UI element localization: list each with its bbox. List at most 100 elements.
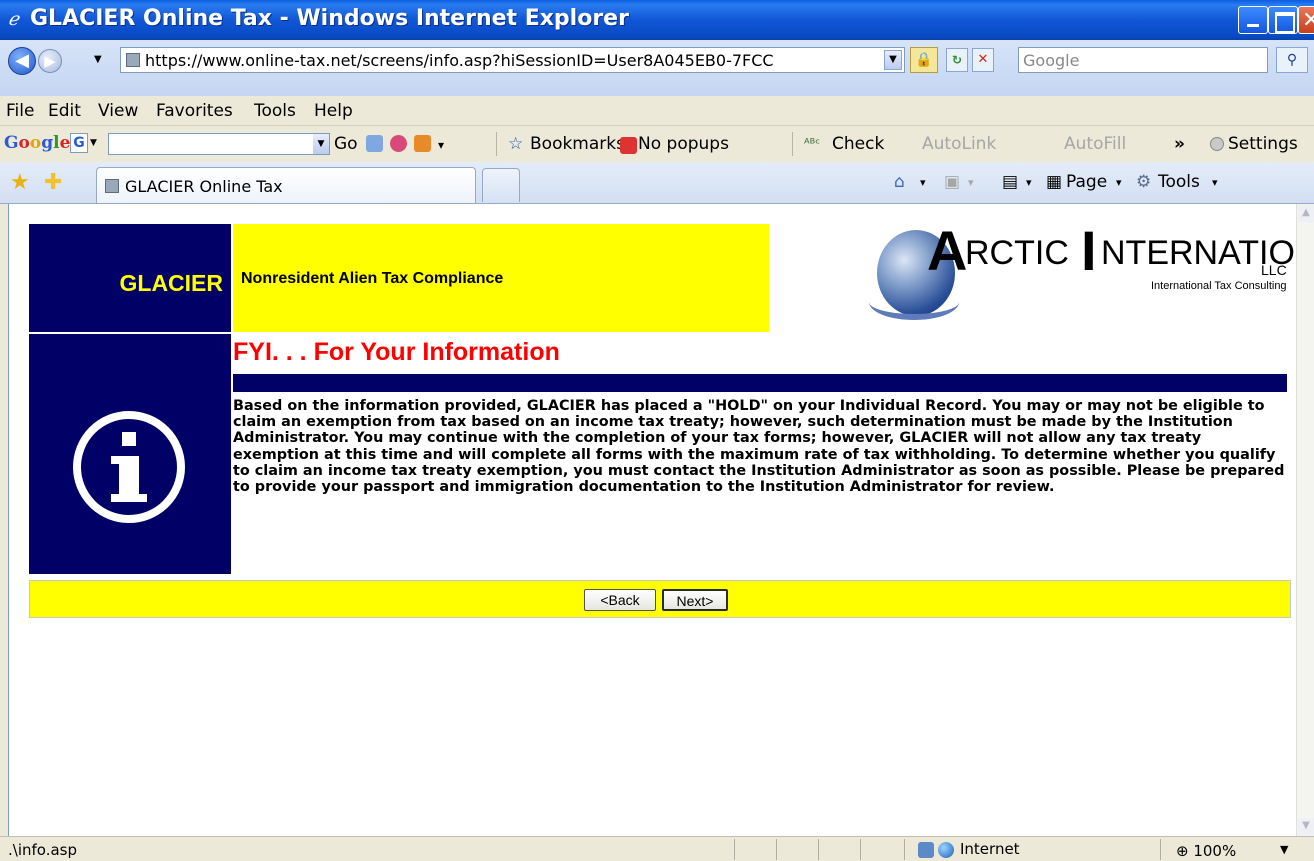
page-subtitle: Nonresident Alien Tax Compliance <box>241 270 504 287</box>
address-bar[interactable]: https://www.online-tax.net/screens/info.… <box>120 47 905 73</box>
ie-logo-icon: ℯ <box>8 9 19 30</box>
close-button[interactable]: ✕ <box>1298 6 1314 34</box>
stop-button[interactable]: ✕ <box>972 48 994 72</box>
brand-name: GLACIER <box>119 270 224 296</box>
forward-nav-button[interactable]: ▶ <box>38 49 62 73</box>
menu-favorites[interactable]: Favorites <box>156 101 233 121</box>
menu-help[interactable]: Help <box>314 101 353 121</box>
logo-tagline: International Tax Consulting <box>1151 280 1287 292</box>
page-dropdown-icon[interactable]: ▾ <box>1116 176 1122 189</box>
bookmarks-star-icon: ☆ <box>508 134 524 154</box>
menu-edit[interactable]: Edit <box>48 101 81 121</box>
info-panel <box>29 334 231 574</box>
page-menu[interactable]: Page <box>1066 172 1107 192</box>
recent-pages-dropdown[interactable]: ▼ <box>94 54 102 65</box>
autolink-button[interactable]: AutoLink <box>922 134 996 154</box>
spellcheck-button[interactable]: Check <box>832 134 884 154</box>
google-search-input[interactable]: ▼ <box>108 133 330 155</box>
popup-blocker-button[interactable]: No popups <box>638 134 729 154</box>
site-favicon-icon <box>126 53 140 67</box>
zoom-level[interactable]: ⊕ 100% <box>1176 842 1236 860</box>
tools-menu[interactable]: Tools <box>1158 172 1200 192</box>
security-zone[interactable]: Internet <box>960 840 1020 858</box>
translate-icon[interactable] <box>414 135 431 152</box>
print-dropdown-icon[interactable]: ▾ <box>1026 176 1032 189</box>
zoom-value: 100% <box>1193 842 1237 860</box>
favorites-star-icon[interactable]: ★ <box>10 170 30 195</box>
page-heading: FYI. . . For Your Information <box>233 338 560 366</box>
menu-view[interactable]: View <box>98 101 138 121</box>
search-placeholder: Google <box>1023 51 1080 70</box>
tab-favicon-icon <box>105 179 119 193</box>
print-icon[interactable]: ▤ <box>1002 172 1018 192</box>
security-lock-icon[interactable]: 🔒 <box>910 47 938 73</box>
back-button[interactable]: <Back <box>584 589 656 611</box>
page-content: GLACIER Nonresident Alien Tax Compliance… <box>8 204 1314 836</box>
status-bar: .\info.asp Internet ⊕ 100% ▼ <box>0 836 1314 861</box>
page-icon: ▦ <box>1046 172 1063 192</box>
spellcheck-icon: ᴬᴮᶜ <box>804 137 821 152</box>
status-separator <box>904 839 905 860</box>
bookmarks-button[interactable]: Bookmarks <box>530 134 625 154</box>
url-text[interactable]: https://www.online-tax.net/screens/info.… <box>145 51 875 70</box>
status-separator <box>1160 839 1161 860</box>
zoom-dropdown-icon[interactable]: ▼ <box>1280 843 1288 856</box>
pagerank-icon[interactable] <box>390 135 407 152</box>
more-chevron-button[interactable]: » <box>1174 134 1185 154</box>
vertical-scrollbar[interactable]: ▲ ▼ <box>1296 204 1314 836</box>
maximize-button[interactable] <box>1268 6 1298 34</box>
search-icon: ⚲ <box>1286 52 1298 68</box>
address-dropdown-icon[interactable]: ▼ <box>884 50 902 70</box>
settings-button[interactable]: Settings <box>1228 134 1298 154</box>
google-search-dropdown-icon[interactable]: ▼ <box>313 134 329 154</box>
scroll-up-icon[interactable]: ▲ <box>1298 205 1314 222</box>
tools-dropdown-icon[interactable]: ▾ <box>1212 176 1218 189</box>
popup-blocker-icon <box>620 137 637 154</box>
toolbar-separator <box>792 132 793 156</box>
google-logo: Google <box>4 133 71 153</box>
google-go-button[interactable]: Go <box>334 134 358 154</box>
status-separator <box>818 839 819 860</box>
menu-file[interactable]: File <box>6 101 34 121</box>
google-menu-dropdown[interactable]: ▼ <box>90 138 97 148</box>
status-separator <box>776 839 777 860</box>
title-bar: ℯ GLACIER Online Tax - Windows Internet … <box>0 0 1314 40</box>
google-toolbar: Google G ▼ ▼ Go ▾ ☆ Bookmarks No popups … <box>0 126 1314 162</box>
scroll-down-icon[interactable]: ▼ <box>1298 818 1314 835</box>
feeds-dropdown-icon[interactable]: ▾ <box>968 176 974 189</box>
menu-bar: File Edit View Favorites Tools Help <box>0 96 1314 126</box>
new-tab-button[interactable] <box>482 168 520 202</box>
feeds-icon[interactable]: ▣ <box>944 172 960 192</box>
add-favorites-icon[interactable]: ✚ <box>44 170 62 195</box>
home-dropdown-icon[interactable]: ▾ <box>920 176 926 189</box>
tab-glacier-online-tax[interactable]: GLACIER Online Tax <box>96 167 476 203</box>
divider-bar <box>233 374 1287 392</box>
browser-window: ℯ GLACIER Online Tax - Windows Internet … <box>0 0 1314 861</box>
protected-mode-icon <box>918 842 934 858</box>
status-separator <box>860 839 861 860</box>
tab-bar: ★ ✚ GLACIER Online Tax ⌂ ▾ ▣ ▾ ▤ ▾ ▦ Pag… <box>0 162 1314 204</box>
menu-tools[interactable]: Tools <box>254 101 296 121</box>
toolbar-separator <box>496 132 497 156</box>
close-icon: ✕ <box>1302 8 1314 33</box>
next-button[interactable]: Next> <box>662 589 728 611</box>
status-separator <box>734 839 735 860</box>
minimize-button[interactable] <box>1238 6 1268 34</box>
home-icon[interactable]: ⌂ <box>894 172 905 192</box>
extras-dropdown[interactable]: ▾ <box>438 138 444 152</box>
search-button[interactable]: ⚲ <box>1276 47 1308 73</box>
back-nav-button[interactable]: ◀ <box>8 47 36 75</box>
address-toolbar: ◀ ▶ ▼ https://www.online-tax.net/screens… <box>0 40 1314 96</box>
status-text: .\info.asp <box>8 841 77 859</box>
glacier-frame: GLACIER Nonresident Alien Tax Compliance… <box>29 219 1314 618</box>
window-title: GLACIER Online Tax - Windows Internet Ex… <box>30 6 629 31</box>
gear-icon: ⚙ <box>1136 172 1152 192</box>
search-input[interactable]: Google <box>1018 47 1268 73</box>
news-icon[interactable] <box>366 135 383 152</box>
tab-label: GLACIER Online Tax <box>125 177 283 196</box>
autofill-button[interactable]: AutoFill <box>1064 134 1126 154</box>
settings-icon <box>1210 137 1224 151</box>
refresh-button[interactable]: ↻ <box>946 48 968 72</box>
navigation-bar: <Back Next> <box>29 580 1291 618</box>
google-g-icon[interactable]: G <box>70 133 88 153</box>
